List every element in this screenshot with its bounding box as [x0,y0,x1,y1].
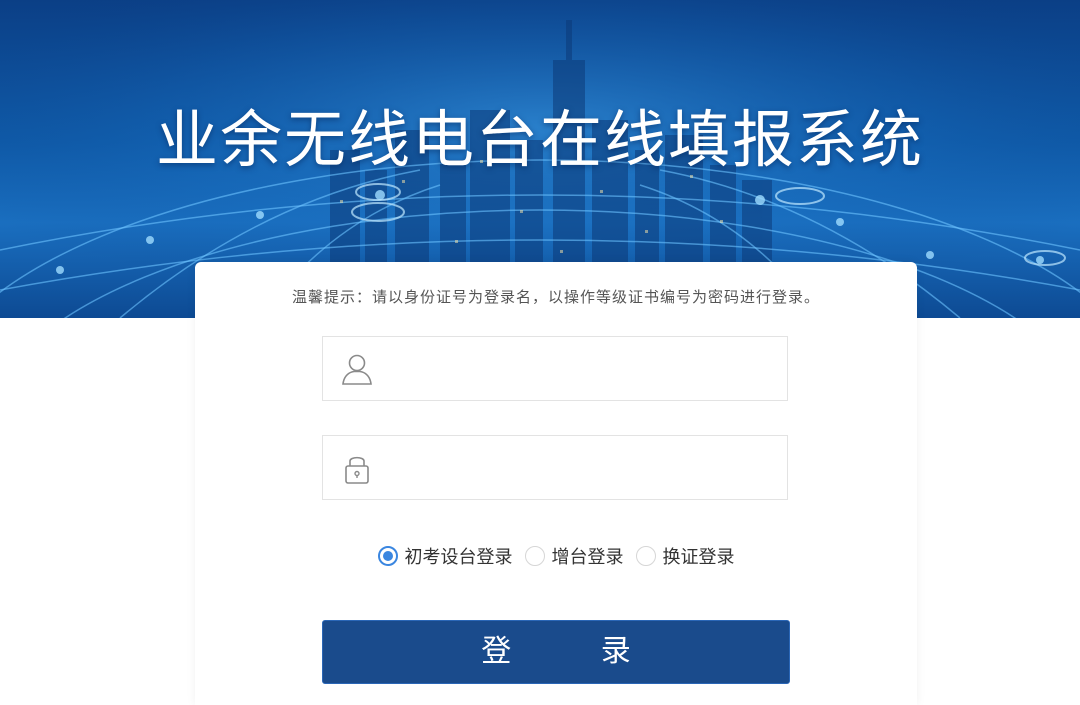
lock-icon [339,450,375,486]
login-type-renewal[interactable]: 换证登录 [635,543,735,569]
login-panel: 温馨提示：请以身份证号为登录名，以操作等级证书编号为密码进行登录。 初考设台登录 [195,262,917,705]
login-type-label: 初考设台登录 [404,547,513,568]
username-field[interactable] [322,336,788,402]
login-type-label: 换证登录 [662,547,735,568]
username-input[interactable] [389,337,773,402]
login-type-add-station[interactable]: 增台登录 [524,543,624,569]
login-type-initial[interactable]: 初考设台登录 [377,543,513,569]
login-hint: 温馨提示：请以身份证号为登录名，以操作等级证书编号为密码进行登录。 [291,288,820,306]
radio-unchecked-icon[interactable] [524,546,545,566]
radio-unchecked-icon[interactable] [635,546,656,566]
page-title: 业余无线电台在线填报系统 [155,103,924,176]
user-icon [339,351,375,387]
radio-checked-icon[interactable] [377,546,398,566]
login-type-label: 增台登录 [551,547,624,568]
login-type-group: 初考设台登录 增台登录 换证登录 [195,542,917,570]
password-input[interactable] [389,436,773,501]
password-field[interactable] [322,435,788,501]
login-button[interactable]: 登 录 [322,620,790,684]
